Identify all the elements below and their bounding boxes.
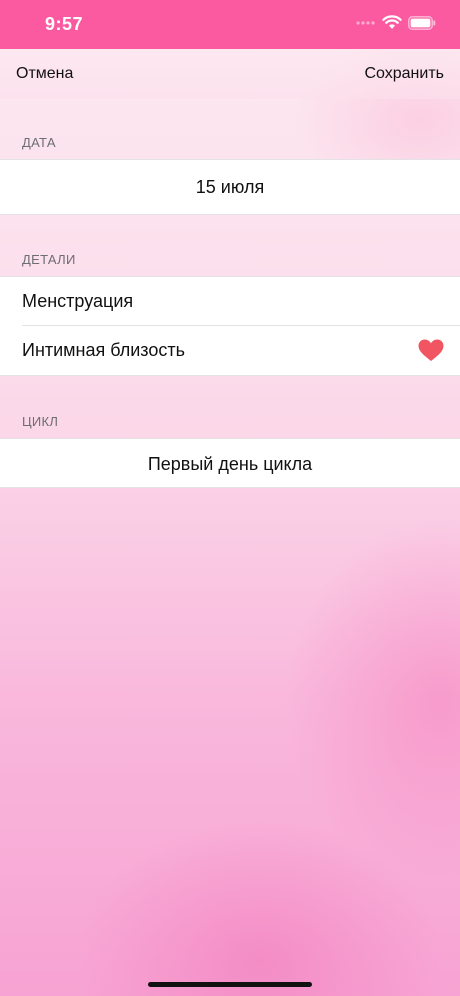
details-item-label: Менструация <box>22 291 134 311</box>
wifi-icon <box>382 15 402 29</box>
section-header-details: ДЕТАЛИ <box>22 252 76 267</box>
battery-icon <box>408 15 436 30</box>
heart-icon <box>418 339 444 361</box>
date-cell[interactable]: 15 июля <box>0 160 460 214</box>
date-group: 15 июля <box>0 159 460 215</box>
navigation-bar: Отмена Сохранить <box>0 49 460 99</box>
cycle-first-day-cell[interactable]: Первый день цикла <box>0 439 460 487</box>
details-group: Менструация Интимная близость <box>0 276 460 376</box>
status-icons <box>356 15 436 30</box>
details-item-label: Интимная близость <box>22 340 185 360</box>
cellular-dots-icon <box>356 20 375 25</box>
status-bar: 9:57 <box>0 0 460 49</box>
section-header-date: ДАТА <box>22 135 56 150</box>
section-header-cycle: ЦИКЛ <box>22 414 59 429</box>
save-button[interactable]: Сохранить <box>364 65 444 83</box>
details-item-intimacy[interactable]: Интимная близость <box>0 326 460 375</box>
cycle-group: Первый день цикла <box>0 438 460 488</box>
details-item-menstruation[interactable]: Менструация <box>0 277 460 326</box>
home-indicator <box>148 982 312 987</box>
cancel-button[interactable]: Отмена <box>16 65 73 83</box>
status-time: 9:57 <box>45 14 84 34</box>
